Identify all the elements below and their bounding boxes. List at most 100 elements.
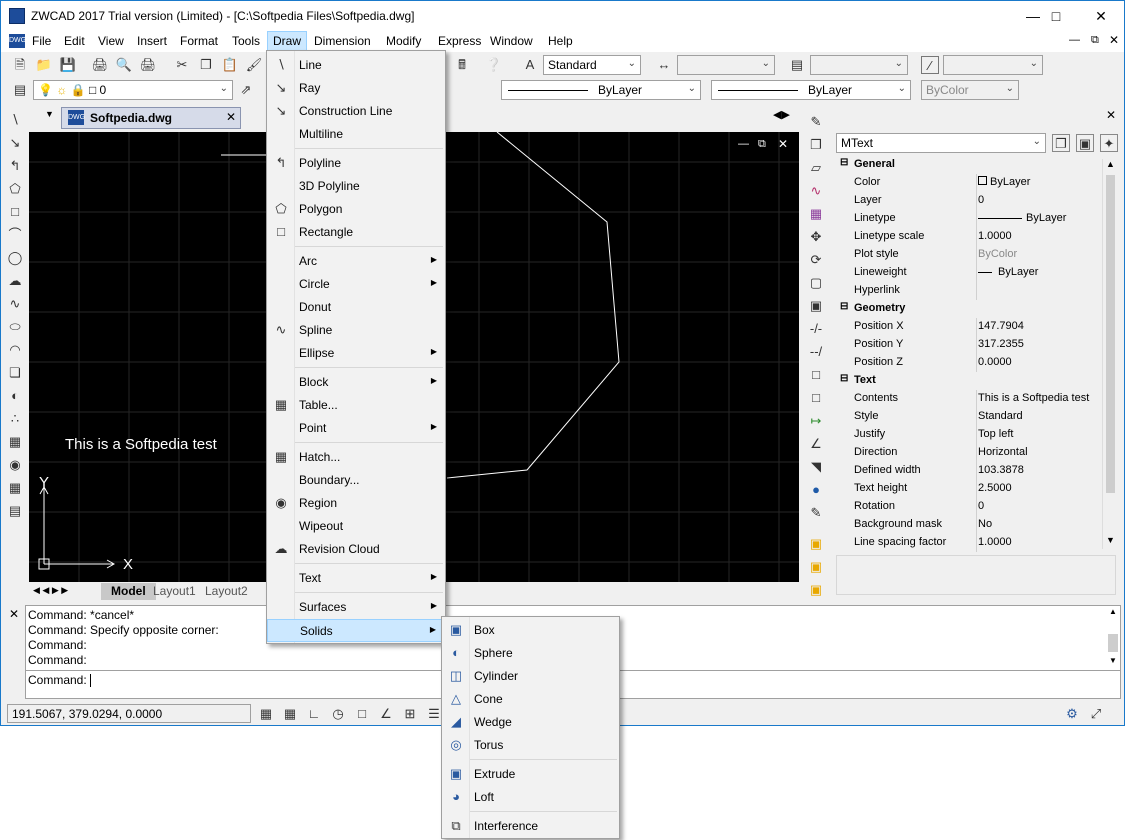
layer-manager-icon[interactable]: ▤ — [11, 81, 29, 99]
dim-style-combo[interactable]: ⌄ — [677, 55, 775, 75]
polyline-icon[interactable]: ↰ — [6, 157, 24, 175]
prop-row[interactable]: Lineweight ByLayer — [836, 264, 1102, 282]
tab-model[interactable]: Model — [101, 583, 156, 600]
menu-item-sphere[interactable]: ◐ Sphere — [442, 642, 619, 665]
menu-item-hatch[interactable]: ▦ Hatch... — [267, 446, 445, 469]
make-current-icon[interactable]: ⇗ — [237, 81, 255, 99]
tab-list-icon[interactable]: ▼ — [45, 109, 54, 119]
tab-layout1[interactable]: Layout1 — [153, 584, 196, 598]
ellipse-arc-icon[interactable]: ◠ — [6, 341, 24, 359]
menu-view[interactable]: View — [98, 34, 124, 48]
menu-window[interactable]: Window — [490, 34, 533, 48]
prop-row[interactable]: Position Y 317.2355 — [836, 336, 1102, 354]
xline-icon[interactable]: ↘ — [6, 134, 24, 152]
scale-icon[interactable]: ▢ — [807, 274, 825, 292]
copy-object-icon[interactable]: ❐ — [807, 136, 825, 154]
paste-icon[interactable]: 📋 — [221, 56, 239, 74]
scroll-thumb[interactable] — [1106, 175, 1115, 493]
group-general[interactable]: ⊟ General — [836, 156, 1102, 174]
menu-item-torus[interactable]: ◎ Torus — [442, 734, 619, 757]
chamfer-icon[interactable]: ↦ — [807, 412, 825, 430]
insert-block-icon[interactable]: ❏ — [6, 364, 24, 382]
coordinates-display[interactable]: 191.5067, 379.0294, 0.0000 — [7, 704, 251, 723]
draworder-back-icon[interactable]: ▣ — [807, 558, 825, 576]
prop-row[interactable]: Linetype ByLayer — [836, 210, 1102, 228]
erase-icon[interactable]: ✎ — [807, 113, 825, 131]
prop-row[interactable]: Style Standard — [836, 408, 1102, 426]
table-icon[interactable]: ▦ — [6, 479, 24, 497]
menu-edit[interactable]: Edit — [64, 34, 85, 48]
prop-row[interactable]: Plot style ByColor — [836, 246, 1102, 264]
menu-item-ray[interactable]: ↘ Ray — [267, 77, 445, 100]
menu-item-loft[interactable]: ◕ Loft — [442, 786, 619, 809]
menu-item-boundary[interactable]: Boundary... — [267, 469, 445, 492]
group-text[interactable]: ⊟ Text — [836, 372, 1102, 390]
menu-item-text[interactable]: Text ▶ — [267, 567, 445, 590]
command-scrollbar[interactable]: ▲ ▼ — [1106, 606, 1120, 668]
dimstyle-icon[interactable]: ↔ — [655, 56, 673, 74]
prop-row[interactable]: Hyperlink — [836, 282, 1102, 300]
menu-item-cylinder[interactable]: ◫ Cylinder — [442, 665, 619, 688]
prop-row[interactable]: Color ByLayer — [836, 174, 1102, 192]
prop-row[interactable]: Position Z 0.0000 — [836, 354, 1102, 372]
mirror-icon[interactable]: ▱ — [807, 159, 825, 177]
rectangle-icon[interactable]: □ — [6, 203, 24, 221]
scroll-down-icon[interactable]: ▼ — [1109, 656, 1117, 665]
offset-icon[interactable]: ∿ — [807, 182, 825, 200]
menu-item-arc[interactable]: Arc ▶ — [267, 250, 445, 273]
doc-restore-button[interactable]: ⧉ — [1091, 34, 1099, 47]
cut-icon[interactable]: ✂ — [173, 56, 191, 74]
viewport-minimize-icon[interactable]: — — [738, 138, 749, 150]
scroll-down-icon[interactable]: ▼ — [1106, 535, 1115, 545]
menu-item-block[interactable]: Block ▶ — [267, 371, 445, 394]
ortho-icon[interactable]: ∟ — [305, 705, 323, 723]
menu-item-cone[interactable]: △ Cone — [442, 688, 619, 711]
menu-express[interactable]: Express — [438, 34, 481, 48]
ellipse-icon[interactable]: ⬭ — [6, 318, 24, 336]
menu-item-wipeout[interactable]: Wipeout — [267, 515, 445, 538]
object-type-combo[interactable]: MText ⌄ — [836, 133, 1046, 153]
hatch-icon[interactable]: ▦ — [6, 433, 24, 451]
region-icon[interactable]: ◉ — [6, 456, 24, 474]
menu-item-point[interactable]: Point ▶ — [267, 417, 445, 440]
osnap-icon[interactable]: □ — [353, 705, 371, 723]
rotate-icon[interactable]: ⟳ — [807, 251, 825, 269]
fullscreen-icon[interactable]: ⤢ — [1087, 705, 1105, 723]
close-button[interactable]: ✕ — [1078, 1, 1124, 31]
help-icon[interactable]: ❔ — [485, 56, 503, 74]
menu-item-region[interactable]: ◉ Region — [267, 492, 445, 515]
menu-item-extrude[interactable]: ▣ Extrude — [442, 763, 619, 786]
mleader-style-icon[interactable]: ∕ — [921, 56, 939, 74]
fillet-icon[interactable]: ∠ — [807, 435, 825, 453]
move-icon[interactable]: ✥ — [807, 228, 825, 246]
explode-icon[interactable]: ◥ — [807, 458, 825, 476]
prop-row[interactable]: Linetype scale 1.0000 — [836, 228, 1102, 246]
linetype-combo[interactable]: ByLayer ⌄ — [501, 80, 701, 100]
menu-item-ellipse[interactable]: Ellipse ▶ — [267, 342, 445, 365]
spline-icon[interactable]: ∿ — [6, 295, 24, 313]
menu-draw[interactable]: Draw — [267, 31, 308, 52]
lineweight-combo[interactable]: ByLayer ⌄ — [711, 80, 911, 100]
tab-close-icon[interactable]: ✕ — [226, 110, 236, 124]
tab-scroll-arrows[interactable]: ◀▶ — [773, 108, 799, 128]
prop-row[interactable]: Line spacing factor 1.0000 — [836, 534, 1102, 552]
command-close-icon[interactable]: ✕ — [9, 607, 19, 621]
prop-row[interactable]: Position X 147.7904 — [836, 318, 1102, 336]
menu-item-solids[interactable]: Solids ▶ — [267, 619, 445, 642]
polygon-shape[interactable] — [446, 132, 620, 479]
prop-row[interactable]: Direction Horizontal — [836, 444, 1102, 462]
app-icon[interactable] — [9, 8, 25, 24]
preview-icon[interactable]: 🔍 — [115, 56, 133, 74]
circle-icon[interactable]: ◯ — [6, 249, 24, 267]
prop-row[interactable]: Layer 0 — [836, 192, 1102, 210]
otrack-icon[interactable]: ∠ — [377, 705, 395, 723]
menu-item-rectangle[interactable]: □ Rectangle — [267, 221, 445, 244]
prop-row[interactable]: Contents This is a Softpedia test — [836, 390, 1102, 408]
menu-item-multiline[interactable]: Multiline — [267, 123, 445, 146]
revcloud-icon[interactable]: ☁ — [6, 272, 24, 290]
prop-row[interactable]: Rotation 0 — [836, 498, 1102, 516]
layout-nav-arrows[interactable]: ◀ ◀ ▶ ▶ — [33, 585, 68, 596]
open-icon[interactable]: 📁 — [35, 56, 53, 74]
snap-icon[interactable]: ▦ — [257, 705, 275, 723]
gear-icon[interactable]: ⚙ — [1063, 705, 1081, 723]
